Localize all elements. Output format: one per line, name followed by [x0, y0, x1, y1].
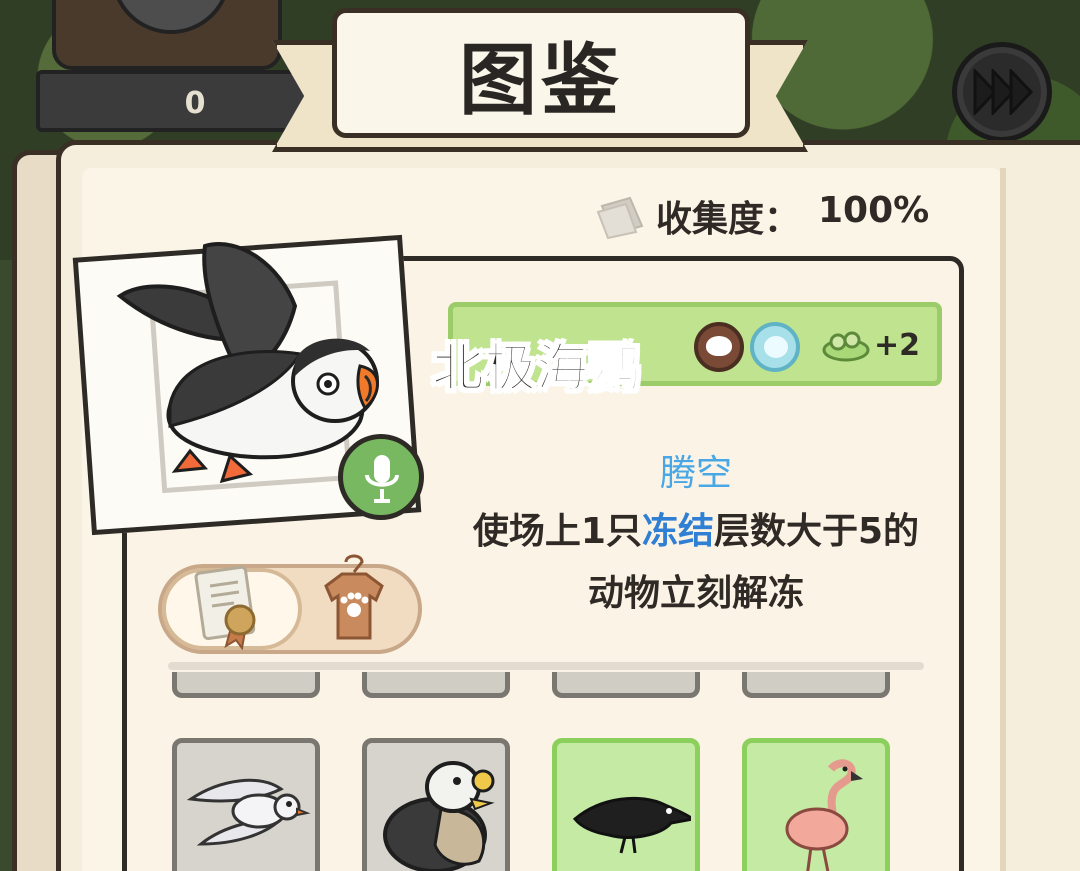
animal-tile-partial[interactable] — [362, 672, 510, 698]
background-machine — [52, 0, 282, 70]
fast-forward-button[interactable] — [952, 42, 1052, 142]
animal-tile-crow[interactable] — [552, 738, 700, 871]
animal-tile-eider-duck[interactable] — [362, 738, 510, 871]
book-icon — [596, 196, 644, 240]
diet-icon-fish — [750, 322, 800, 372]
eider-duck-icon — [383, 761, 495, 871]
machine-dial — [111, 0, 231, 34]
fast-forward-icon — [973, 69, 1033, 115]
bonus-count: +2 — [874, 328, 921, 363]
page-divider — [1000, 168, 1006, 871]
flamingo-icon — [785, 759, 863, 871]
diet-icon-meat — [694, 322, 744, 372]
collection-label: 收集度： — [656, 199, 801, 240]
certificate-icon[interactable] — [194, 566, 274, 650]
skill-desc-part1: 使场上1只 — [472, 511, 642, 552]
page-title: 图鉴 — [458, 36, 623, 126]
skill-keyword: 冻结 — [641, 511, 714, 552]
voice-button[interactable] — [338, 434, 424, 520]
animal-name: 北极海鹦 — [431, 338, 641, 400]
crow-icon — [572, 796, 691, 854]
skill-description-line2: 动物立刻解冻 — [587, 573, 804, 614]
collection-value: 100% — [818, 190, 930, 231]
animal-tile-seagull[interactable] — [172, 738, 320, 871]
sprout-food-icon — [822, 331, 870, 362]
animal-tile-partial[interactable] — [552, 672, 700, 698]
animal-tile-flamingo[interactable] — [742, 738, 890, 871]
animal-tile-partial[interactable] — [742, 672, 890, 698]
shirt-paw-icon[interactable] — [306, 552, 406, 652]
seagull-icon — [186, 778, 311, 846]
skill-desc-part2: 层数大于5的 — [714, 511, 920, 552]
list-divider — [168, 662, 924, 670]
skill-name: 腾空 — [659, 453, 732, 494]
animal-tile-partial[interactable] — [172, 672, 320, 698]
skill-description-line1: 使场上1只冻结层数大于5的 — [442, 502, 950, 554]
microphone-icon — [365, 455, 399, 503]
